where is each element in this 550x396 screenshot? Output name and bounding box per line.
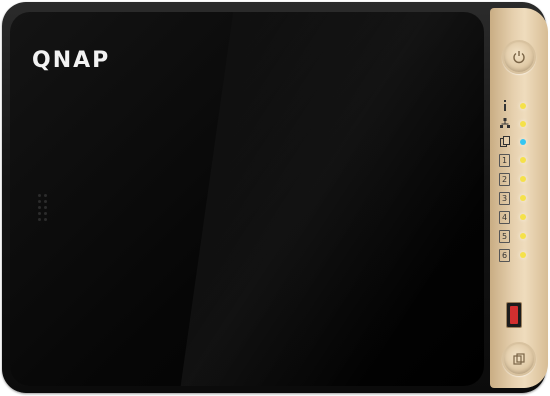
brand-logo: QNAP: [32, 48, 111, 73]
bay-number: 6: [499, 249, 510, 262]
power-icon: [513, 51, 525, 64]
network-icon: [500, 118, 510, 128]
bay-number: 5: [499, 230, 510, 243]
power-button[interactable]: [502, 40, 536, 74]
usb-copy-button[interactable]: [502, 342, 536, 376]
bay-number: 3: [499, 192, 510, 205]
bay-led: [520, 214, 526, 220]
drive-bay-indicator: 2: [498, 173, 542, 186]
status-led: [520, 103, 526, 109]
bay-number: 1: [499, 154, 510, 167]
nas-photo: QNAP 1 2 3 4 5 6: [0, 0, 550, 396]
bay-number: 2: [499, 173, 510, 186]
bay-led: [520, 252, 526, 258]
usb-copy-led: [520, 139, 526, 145]
drive-bay-indicator: 3: [498, 192, 542, 205]
copy-icon: [513, 353, 525, 365]
nas-enclosure: QNAP: [2, 2, 546, 393]
drive-bay-indicator: 1: [498, 154, 542, 167]
front-cover: QNAP: [10, 12, 484, 386]
drive-bay-indicator: 5: [498, 230, 542, 243]
bay-led: [520, 233, 526, 239]
bay-number: 4: [499, 211, 510, 224]
usb-port[interactable]: [506, 302, 522, 328]
drive-bay-indicator: 6: [498, 249, 542, 262]
network-led: [520, 121, 526, 127]
usb-copy-indicator: [498, 136, 542, 148]
control-panel: 1 2 3 4 5 6: [490, 8, 548, 388]
network-indicator: [498, 118, 542, 130]
bay-led: [520, 195, 526, 201]
vent-holes: [38, 194, 50, 224]
drive-bay-indicator: 4: [498, 211, 542, 224]
status-indicator: [498, 100, 542, 112]
usb-copy-icon: [500, 136, 510, 147]
bay-led: [520, 176, 526, 182]
status-icon: [504, 100, 506, 111]
bay-led: [520, 157, 526, 163]
